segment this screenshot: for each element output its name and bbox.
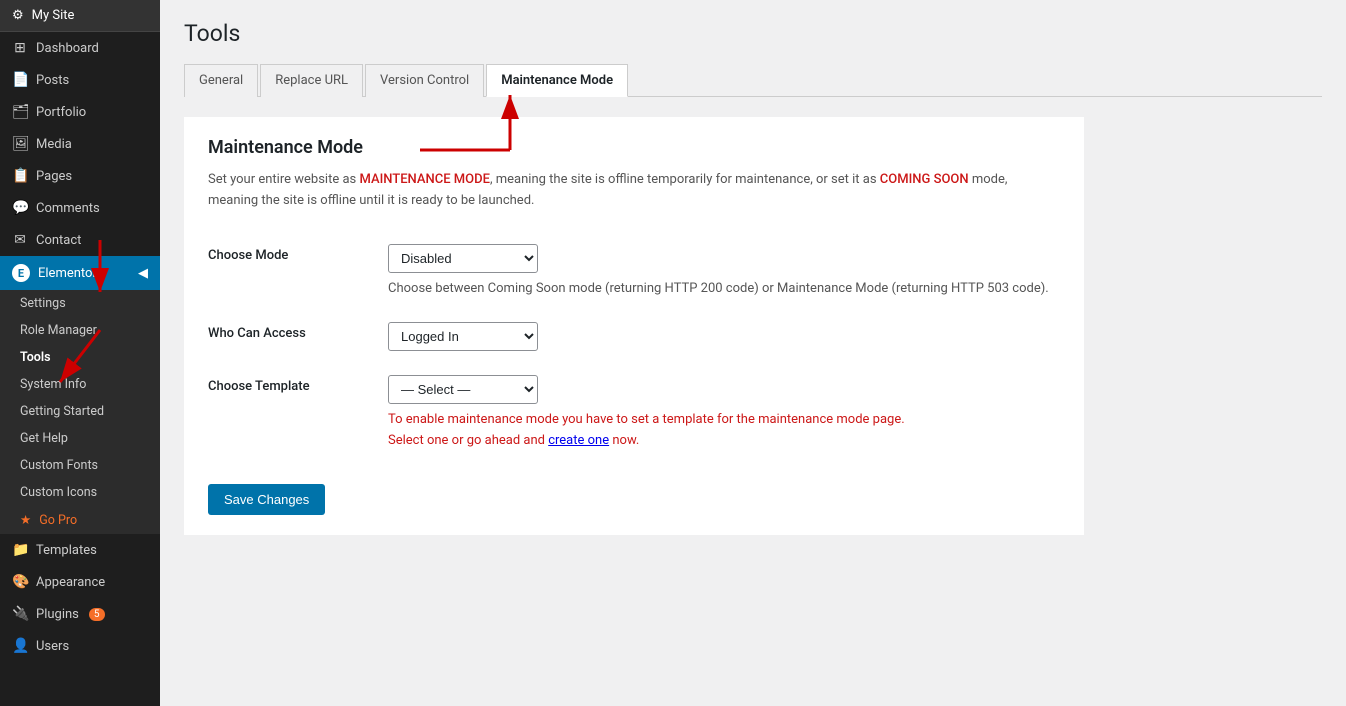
portfolio-icon: 🗂: [12, 104, 28, 120]
sidebar-item-get-help[interactable]: Get Help: [0, 425, 160, 452]
error-line1: To enable maintenance mode you have to s…: [388, 410, 1060, 431]
sidebar-item-posts[interactable]: 📄 Posts: [0, 64, 160, 96]
wp-icon: ⚙: [12, 8, 24, 23]
choose-mode-label: Choose Mode: [208, 248, 288, 263]
sidebar-item-label: Contact: [36, 233, 81, 248]
sidebar-item-label: Appearance: [36, 575, 105, 590]
sidebar-item-plugins[interactable]: 🔌 Plugins 5: [0, 598, 160, 630]
appearance-icon: 🎨: [12, 574, 28, 590]
create-one-link[interactable]: create one: [548, 433, 609, 448]
wp-label: My Site: [32, 8, 75, 23]
sidebar-item-system-info[interactable]: System Info: [0, 371, 160, 398]
choose-mode-help: Choose between Coming Soon mode (returni…: [388, 279, 1060, 299]
sidebar-item-label: Posts: [36, 73, 69, 88]
sidebar-item-label: Portfolio: [36, 105, 86, 120]
sidebar-item-custom-icons[interactable]: Custom Icons: [0, 479, 160, 506]
sidebar-item-label: Media: [36, 137, 72, 152]
mode-description: Set your entire website as MAINTENANCE M…: [208, 170, 1060, 212]
settings-label: Settings: [20, 296, 66, 311]
sidebar-item-contact[interactable]: ✉ Contact: [0, 224, 160, 256]
sidebar-item-pages[interactable]: 📋 Pages: [0, 160, 160, 192]
choose-template-select[interactable]: — Select —: [388, 375, 538, 404]
sidebar-item-label: Comments: [36, 201, 100, 216]
page-title: Tools: [184, 20, 1322, 47]
who-can-access-select[interactable]: Logged In Admins Only: [388, 322, 538, 351]
content-panel: Maintenance Mode Set your entire website…: [184, 117, 1084, 535]
getting-started-label: Getting Started: [20, 404, 104, 419]
media-icon: 🖼: [12, 136, 28, 152]
main-content: Tools General Replace URL Version Contro…: [160, 0, 1346, 706]
role-manager-label: Role Manager: [20, 323, 97, 338]
sidebar-item-dashboard[interactable]: ⊞ Dashboard: [0, 32, 160, 64]
contact-icon: ✉: [12, 232, 28, 248]
posts-icon: 📄: [12, 72, 28, 88]
sidebar-item-label: Dashboard: [36, 41, 99, 56]
tab-replace-url[interactable]: Replace URL: [260, 64, 363, 97]
elementor-icon: E: [12, 264, 30, 282]
choose-mode-select[interactable]: Disabled Coming Soon Maintenance: [388, 244, 538, 273]
sidebar-item-label: Templates: [36, 543, 97, 558]
custom-icons-label: Custom Icons: [20, 485, 97, 500]
sidebar-item-portfolio[interactable]: 🗂 Portfolio: [0, 96, 160, 128]
sidebar-item-label: Pages: [36, 169, 72, 184]
form-table: Choose Mode Disabled Coming Soon Mainten…: [208, 232, 1060, 464]
templates-icon: 📁: [12, 542, 28, 558]
choose-template-label: Choose Template: [208, 379, 310, 394]
sidebar-item-elementor[interactable]: E Elementor ◀: [0, 256, 160, 290]
tab-maintenance-mode[interactable]: Maintenance Mode: [486, 64, 628, 97]
comments-icon: 💬: [12, 200, 28, 216]
tab-version-control[interactable]: Version Control: [365, 64, 484, 97]
tab-general[interactable]: General: [184, 64, 258, 97]
sidebar-item-label: Plugins: [36, 607, 79, 622]
system-info-label: System Info: [20, 377, 86, 392]
sidebar-item-go-pro[interactable]: ★ Go Pro: [0, 506, 160, 534]
who-can-access-row: Who Can Access Logged In Admins Only: [208, 310, 1060, 363]
users-icon: 👤: [12, 638, 28, 654]
choose-template-row: Choose Template — Select — To enable mai…: [208, 363, 1060, 464]
section-title: Maintenance Mode: [208, 137, 1060, 158]
sidebar-item-label: Users: [36, 639, 69, 654]
template-error: To enable maintenance mode you have to s…: [388, 410, 1060, 452]
go-pro-label: Go Pro: [39, 513, 77, 528]
sidebar-item-templates[interactable]: 📁 Templates: [0, 534, 160, 566]
pages-icon: 📋: [12, 168, 28, 184]
dashboard-icon: ⊞: [12, 40, 28, 56]
sidebar-item-settings[interactable]: Settings: [0, 290, 160, 317]
tools-label: Tools: [20, 350, 51, 365]
tabs-bar: General Replace URL Version Control Main…: [184, 63, 1322, 97]
sidebar-item-users[interactable]: 👤 Users: [0, 630, 160, 662]
sidebar-item-label: Elementor: [38, 266, 97, 281]
get-help-label: Get Help: [20, 431, 68, 446]
elementor-submenu: Settings Role Manager Tools System Info …: [0, 290, 160, 534]
sidebar-item-custom-fonts[interactable]: Custom Fonts: [0, 452, 160, 479]
custom-fonts-label: Custom Fonts: [20, 458, 98, 473]
error-line2: Select one or go ahead and create one no…: [388, 431, 1060, 452]
sidebar-item-comments[interactable]: 💬 Comments: [0, 192, 160, 224]
sidebar-item-role-manager[interactable]: Role Manager: [0, 317, 160, 344]
plugins-icon: 🔌: [12, 606, 28, 622]
sidebar-item-getting-started[interactable]: Getting Started: [0, 398, 160, 425]
sidebar-item-appearance[interactable]: 🎨 Appearance: [0, 566, 160, 598]
choose-mode-row: Choose Mode Disabled Coming Soon Mainten…: [208, 232, 1060, 311]
plugins-badge: 5: [89, 608, 105, 621]
who-can-access-label: Who Can Access: [208, 326, 306, 341]
star-icon: ★: [20, 512, 31, 528]
elementor-arrow: ◀: [138, 266, 148, 281]
sidebar-item-tools[interactable]: Tools: [0, 344, 160, 371]
sidebar-item-media[interactable]: 🖼 Media: [0, 128, 160, 160]
save-changes-button[interactable]: Save Changes: [208, 484, 325, 515]
sidebar: ⚙ My Site ⊞ Dashboard 📄 Posts 🗂 Portfoli…: [0, 0, 160, 706]
wp-logo: ⚙ My Site: [0, 0, 160, 32]
